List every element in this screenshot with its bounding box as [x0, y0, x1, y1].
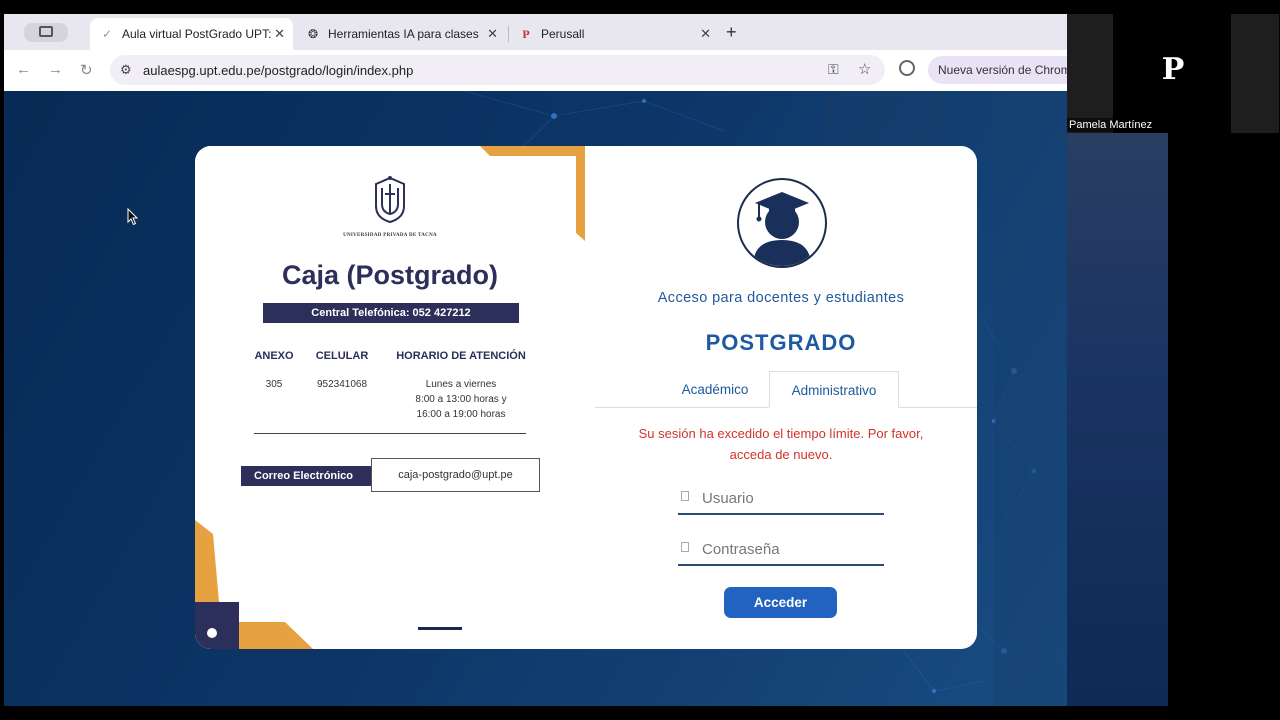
- carousel-dot[interactable]: [207, 628, 217, 638]
- tab-administrativo[interactable]: Administrativo: [769, 371, 899, 408]
- error-line: acceda de nuevo.: [729, 447, 833, 462]
- tab-herramientas[interactable]: ❂ Herramientas IA para clases ✕: [296, 18, 506, 50]
- header-horario: HORARIO DE ATENCIÓN: [396, 350, 526, 362]
- check-favicon-icon: ✓: [101, 27, 113, 41]
- profile-icon[interactable]: [899, 60, 915, 76]
- decorative-square: [195, 602, 239, 649]
- close-tab-icon[interactable]: ✕: [700, 26, 711, 42]
- tab-bar: ✓ Aula virtual PostGrado UPT: ( ✕ ❂ Herr…: [4, 14, 1067, 50]
- info-panel: UNIVERSIDAD PRIVADA DE TACNA Caja (Postg…: [195, 146, 585, 649]
- error-line: Su sesión ha excedido el tiempo límite. …: [638, 426, 924, 441]
- password-input[interactable]: [702, 536, 877, 562]
- page-content: UNIVERSIDAD PRIVADA DE TACNA Caja (Postg…: [4, 91, 1067, 706]
- header-anexo: ANEXO: [254, 350, 294, 362]
- reload-icon[interactable]: ↻: [80, 61, 93, 79]
- perusall-favicon-icon: P: [522, 26, 530, 41]
- graduate-icon: [753, 192, 811, 266]
- tab-academico[interactable]: Académico: [665, 371, 765, 408]
- session-error-message: Su sesión ha excedido el tiempo límite. …: [585, 423, 977, 465]
- tab-search-icon: [39, 26, 53, 37]
- university-logo: UNIVERSIDAD PRIVADA DE TACNA: [340, 174, 440, 238]
- username-field: [678, 481, 884, 515]
- address-bar[interactable]: ⚙ aulaespg.upt.edu.pe/postgrado/login/in…: [110, 55, 885, 85]
- divider: [254, 433, 526, 434]
- screen: ✓ Aula virtual PostGrado UPT: ( ✕ ❂ Herr…: [0, 0, 1280, 720]
- tab-perusall[interactable]: P Perusall ✕: [509, 18, 719, 50]
- new-version-button[interactable]: Nueva versión de Chrome: [928, 56, 1067, 84]
- university-name: UNIVERSIDAD PRIVADA DE TACNA: [343, 233, 437, 238]
- tab-title: Herramientas IA para clases: [328, 27, 479, 41]
- back-icon[interactable]: ←: [16, 61, 31, 78]
- tab-title: Aula virtual PostGrado UPT: (: [122, 27, 272, 41]
- horario-line: 16:00 a 19:00 horas: [416, 409, 506, 420]
- caja-title: Caja (Postgrado): [281, 260, 499, 290]
- tab-search-button[interactable]: [24, 23, 68, 42]
- carousel-indicator[interactable]: [418, 627, 462, 630]
- central-phone: Central Telefónica: 052 427212: [263, 303, 519, 323]
- graduate-avatar-icon: [737, 178, 827, 268]
- acceder-button[interactable]: Acceder: [724, 587, 837, 618]
- password-field: [678, 532, 884, 566]
- email-label: Correo Electrónico: [241, 466, 385, 486]
- close-tab-icon[interactable]: ✕: [487, 26, 498, 42]
- horario-line: 8:00 a 13:00 horas y: [415, 394, 507, 405]
- university-crest-icon: [375, 176, 405, 224]
- participant-initial: P: [1161, 52, 1185, 87]
- username-input[interactable]: [702, 485, 877, 511]
- program-title: POSTGRADO: [705, 330, 857, 355]
- tab-aula-virtual[interactable]: ✓ Aula virtual PostGrado UPT: ( ✕: [90, 18, 293, 50]
- horario-line: Lunes a viernes: [425, 379, 497, 390]
- video-participant-tile: P Pamela Martínez: [1067, 14, 1279, 133]
- url-text[interactable]: aulaespg.upt.edu.pe/postgrado/login/inde…: [143, 63, 413, 78]
- value-anexo: 305: [265, 379, 283, 390]
- login-heading: Acceso para docentes y estudiantes: [657, 290, 905, 306]
- bookmark-star-icon[interactable]: ☆: [858, 60, 871, 78]
- close-tab-icon[interactable]: ✕: [274, 26, 285, 42]
- value-celular: 952341068: [316, 379, 368, 390]
- header-celular: CELULAR: [315, 350, 369, 362]
- browser-toolbar: ← → ↻ ⚙ aulaespg.upt.edu.pe/postgrado/lo…: [4, 50, 1067, 91]
- email-value: caja-postgrado@upt.pe: [371, 458, 540, 492]
- login-card: UNIVERSIDAD PRIVADA DE TACNA Caja (Postg…: [195, 146, 977, 649]
- mouse-cursor-icon: [127, 208, 139, 226]
- login-panel: Acceso para docentes y estudiantes POSTG…: [585, 146, 977, 649]
- openai-favicon-icon: ❂: [307, 27, 319, 41]
- site-settings-icon[interactable]: ⚙: [120, 62, 132, 78]
- new-tab-icon[interactable]: +: [726, 22, 737, 43]
- forward-icon[interactable]: →: [48, 61, 63, 78]
- browser-window: ✓ Aula virtual PostGrado UPT: ( ✕ ❂ Herr…: [4, 14, 1067, 706]
- background-person-image: [1067, 133, 1168, 706]
- tab-title: Perusall: [541, 27, 585, 41]
- participant-name: Pamela Martínez: [1067, 118, 1155, 132]
- lock-icon: [681, 542, 689, 552]
- value-horario: Lunes a viernes 8:00 a 13:00 horas y 16:…: [389, 377, 533, 422]
- user-icon: [681, 491, 689, 501]
- password-key-icon[interactable]: ⚿: [828, 61, 839, 78]
